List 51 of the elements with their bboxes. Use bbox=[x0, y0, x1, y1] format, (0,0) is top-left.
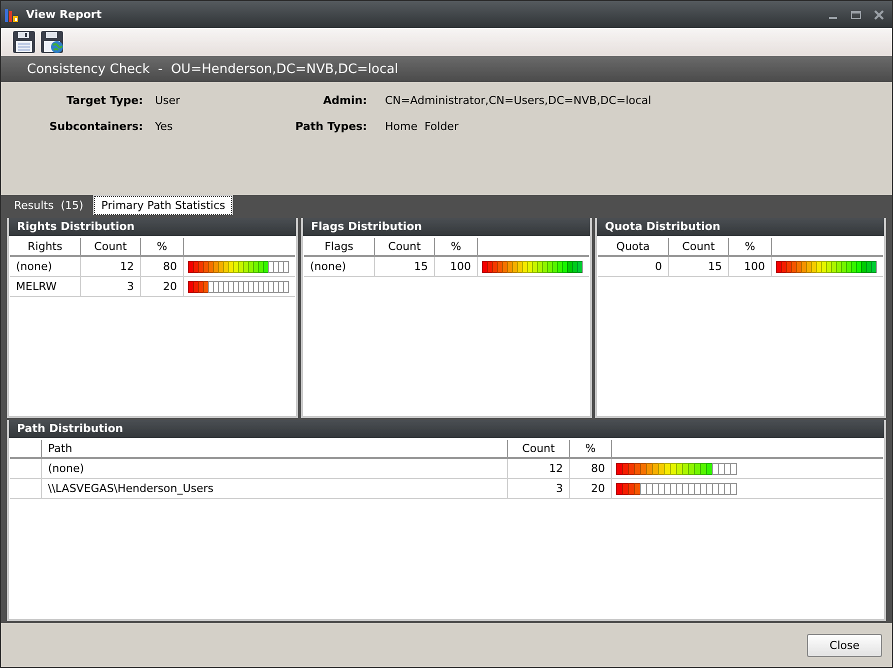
table-cell: 100 bbox=[728, 257, 771, 277]
column-header: Count bbox=[374, 238, 434, 257]
close-icon[interactable] bbox=[874, 10, 884, 20]
column-header: Rights bbox=[10, 238, 80, 257]
column-header: Count bbox=[507, 440, 569, 459]
column-header: Count bbox=[668, 238, 728, 257]
table-cell: 12 bbox=[507, 459, 569, 479]
column-header: % bbox=[569, 440, 611, 459]
column-header: Path bbox=[41, 440, 507, 459]
table-cell: 80 bbox=[569, 459, 611, 479]
column-header: % bbox=[434, 238, 477, 257]
field-value: Home Folder bbox=[384, 120, 460, 135]
panel-title: Rights Distribution bbox=[9, 218, 296, 236]
tab[interactable]: Results (15) bbox=[7, 196, 90, 215]
table-cell: 80 bbox=[140, 257, 183, 277]
field-value: CN=Administrator,CN=Users,DC=NVB,DC=local bbox=[384, 94, 652, 109]
table-cell: 12 bbox=[80, 257, 140, 277]
field-label: Admin: bbox=[322, 94, 368, 109]
table-cell: 100 bbox=[434, 257, 477, 277]
field-label: Target Type: bbox=[66, 94, 144, 109]
column-header: % bbox=[728, 238, 771, 257]
report-title: Consistency Check - OU=Henderson,DC=NVB,DC=local bbox=[27, 62, 398, 76]
field-label: Path Types: bbox=[294, 120, 368, 135]
maximize-icon[interactable] bbox=[851, 10, 861, 20]
table-cell: 20 bbox=[140, 277, 183, 297]
close-button[interactable]: Close bbox=[807, 634, 882, 656]
table-cell: 3 bbox=[80, 277, 140, 297]
column-header: Quota bbox=[598, 238, 668, 257]
column-header: % bbox=[140, 238, 183, 257]
panel-title: Path Distribution bbox=[9, 420, 884, 438]
table-cell: 0 bbox=[598, 257, 668, 277]
field-label: Subcontainers: bbox=[48, 120, 144, 135]
panel-title: Quota Distribution bbox=[597, 218, 884, 236]
panel-title: Flags Distribution bbox=[303, 218, 590, 236]
column-header: Count bbox=[80, 238, 140, 257]
table-cell: MELRW bbox=[10, 277, 80, 297]
table-cell: 20 bbox=[569, 479, 611, 499]
table-cell: (none) bbox=[10, 257, 80, 277]
column-header: Flags bbox=[304, 238, 374, 257]
table-cell: (none) bbox=[304, 257, 374, 277]
field-value: Yes bbox=[154, 120, 174, 135]
field-value: User bbox=[154, 94, 182, 109]
table-cell: \\LASVEGAS\Henderson_Users bbox=[41, 479, 507, 499]
floppy-disk-globe-icon[interactable] bbox=[40, 30, 64, 54]
window-title: View Report bbox=[26, 8, 102, 21]
table-cell: 15 bbox=[374, 257, 434, 277]
table-cell: (none) bbox=[41, 459, 507, 479]
table-cell: 15 bbox=[668, 257, 728, 277]
bar-chart-icon bbox=[4, 6, 20, 22]
tab[interactable]: Primary Path Statistics bbox=[94, 196, 232, 215]
table-cell: 3 bbox=[507, 479, 569, 499]
